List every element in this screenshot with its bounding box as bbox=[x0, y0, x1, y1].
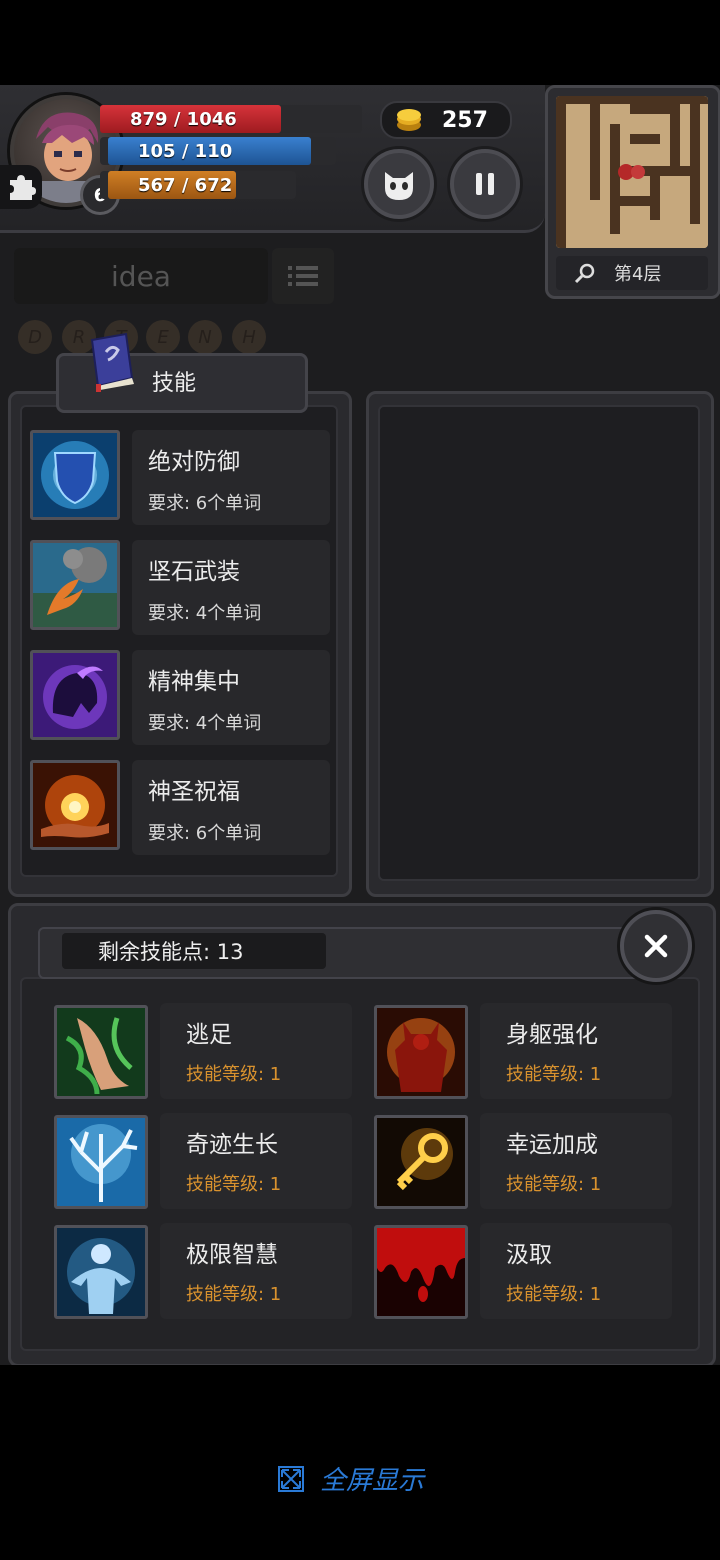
vine-foot-icon bbox=[57, 1008, 145, 1096]
hp-bar: 879 / 1046 bbox=[100, 105, 316, 133]
skill-icon-slot[interactable] bbox=[30, 430, 120, 520]
owl-face-icon bbox=[385, 172, 413, 200]
skill-name: 绝对防御 bbox=[148, 449, 240, 475]
skill-requirement: 要求: 4个单词 bbox=[148, 603, 262, 624]
skill-requirement: 要求: 4个单词 bbox=[148, 713, 262, 734]
skill-icon-slot[interactable] bbox=[30, 650, 120, 740]
passive-name: 奇迹生长 bbox=[186, 1132, 278, 1158]
white-tree-icon bbox=[57, 1118, 145, 1206]
passive-level: 技能等级: 1 bbox=[506, 1064, 602, 1085]
rune-tile[interactable]: H bbox=[232, 320, 266, 354]
skill-name: 精神集中 bbox=[148, 669, 240, 695]
hp-text: 879 / 1046 bbox=[130, 108, 237, 130]
passive-icon-slot[interactable] bbox=[54, 1005, 148, 1099]
coin-value: 257 bbox=[442, 107, 488, 133]
rune-letter: D bbox=[28, 326, 42, 348]
skill-requirement: 要求: 6个单词 bbox=[148, 493, 262, 514]
rune-tile[interactable]: D bbox=[18, 320, 52, 354]
game-screen: 6 879 / 1046 105 / 110 567 / 672 257 bbox=[0, 85, 720, 1365]
close-button[interactable] bbox=[620, 910, 692, 982]
search-icon bbox=[574, 263, 595, 284]
passive-name: 逃足 bbox=[186, 1022, 232, 1048]
passive-icon-slot[interactable] bbox=[54, 1225, 148, 1319]
fullscreen-label: 全屏显示 bbox=[320, 1466, 425, 1496]
skill-detail-view bbox=[378, 405, 700, 881]
passive-name: 汲取 bbox=[506, 1242, 552, 1268]
rune-tile[interactable]: N bbox=[188, 320, 222, 354]
skill-requirement: 要求: 6个单词 bbox=[148, 823, 262, 844]
fullscreen-button[interactable]: 全屏显示 bbox=[276, 1460, 424, 1497]
mp-bar: 105 / 110 bbox=[108, 137, 322, 165]
passive-card[interactable]: 身躯强化 技能等级: 1 bbox=[480, 1003, 672, 1099]
skill-card[interactable]: 精神集中 要求: 4个单词 bbox=[132, 650, 330, 745]
shield-icon bbox=[33, 433, 117, 517]
passive-name: 身躯强化 bbox=[506, 1022, 598, 1048]
golden-key-icon bbox=[377, 1118, 465, 1206]
skill-book-icon bbox=[82, 332, 140, 392]
list-menu-icon bbox=[288, 266, 318, 286]
skill-card[interactable]: 绝对防御 要求: 6个单词 bbox=[132, 430, 330, 525]
passive-name: 极限智慧 bbox=[186, 1242, 278, 1268]
gold-coin-icon bbox=[397, 109, 421, 131]
passive-level: 技能等级: 1 bbox=[186, 1064, 282, 1085]
close-icon bbox=[644, 934, 668, 958]
helmet-icon bbox=[33, 653, 117, 737]
maze-map-icon bbox=[556, 96, 708, 248]
passive-icon-slot[interactable] bbox=[374, 1115, 468, 1209]
puzzle-piece-icon bbox=[10, 175, 36, 200]
mp-text: 105 / 110 bbox=[138, 140, 233, 162]
stone-claw-icon bbox=[33, 543, 117, 627]
floor-label: 第4层 bbox=[614, 264, 662, 285]
remaining-points-box: 剩余技能点: 13 bbox=[62, 933, 326, 969]
coin-counter: 257 bbox=[380, 101, 512, 139]
rune-letter: N bbox=[198, 326, 212, 348]
minimap[interactable]: 第4层 bbox=[545, 85, 720, 299]
expand-icon bbox=[278, 1465, 304, 1492]
passive-level: 技能等级: 1 bbox=[186, 1174, 282, 1195]
minimap-view bbox=[556, 96, 708, 248]
skill-icon-slot[interactable] bbox=[30, 540, 120, 630]
skill-name: 神圣祝福 bbox=[148, 779, 240, 805]
passive-card[interactable]: 幸运加成 技能等级: 1 bbox=[480, 1113, 672, 1209]
passive-card[interactable]: 奇迹生长 技能等级: 1 bbox=[160, 1113, 352, 1209]
blood-drip-icon bbox=[377, 1228, 465, 1316]
xp-bar: 567 / 672 bbox=[108, 171, 260, 199]
xp-text: 567 / 672 bbox=[138, 174, 233, 196]
floor-indicator: 第4层 bbox=[556, 256, 708, 290]
skill-icon-slot[interactable] bbox=[30, 760, 120, 850]
passive-card[interactable]: 逃足 技能等级: 1 bbox=[160, 1003, 352, 1099]
rune-letter: H bbox=[242, 326, 256, 348]
word-input[interactable]: idea bbox=[14, 248, 268, 304]
skill-card[interactable]: 神圣祝福 要求: 6个单词 bbox=[132, 760, 330, 855]
pet-button[interactable] bbox=[364, 149, 434, 219]
pause-icon bbox=[476, 173, 494, 195]
word-input-text: idea bbox=[111, 259, 171, 293]
skill-card[interactable]: 坚石武装 要求: 4个单词 bbox=[132, 540, 330, 635]
puzzle-button[interactable] bbox=[0, 165, 42, 209]
passive-level: 技能等级: 1 bbox=[506, 1284, 602, 1305]
menu-button[interactable] bbox=[272, 248, 334, 304]
passive-icon-slot[interactable] bbox=[374, 1225, 468, 1319]
passive-icon-slot[interactable] bbox=[374, 1005, 468, 1099]
holy-hand-icon bbox=[33, 763, 117, 847]
remaining-points-text: 剩余技能点: 13 bbox=[98, 940, 244, 964]
skills-tab-label: 技能 bbox=[152, 371, 197, 396]
passive-level: 技能等级: 1 bbox=[186, 1284, 282, 1305]
passive-card[interactable]: 汲取 技能等级: 1 bbox=[480, 1223, 672, 1319]
passive-card[interactable]: 极限智慧 技能等级: 1 bbox=[160, 1223, 352, 1319]
rune-letter: E bbox=[157, 326, 169, 348]
passive-level: 技能等级: 1 bbox=[506, 1174, 602, 1195]
passive-icon-slot[interactable] bbox=[54, 1115, 148, 1209]
pause-button[interactable] bbox=[450, 149, 520, 219]
skill-name: 坚石武装 bbox=[148, 559, 240, 585]
rune-tile[interactable]: E bbox=[146, 320, 180, 354]
passive-name: 幸运加成 bbox=[506, 1132, 598, 1158]
glowing-figure-icon bbox=[57, 1228, 145, 1316]
demon-body-icon bbox=[377, 1008, 465, 1096]
